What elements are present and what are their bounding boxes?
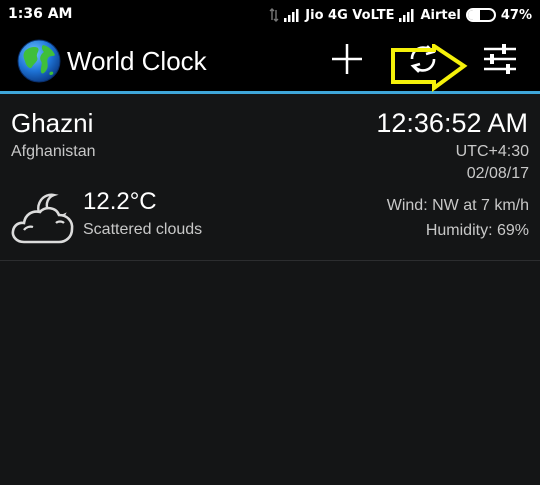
sliders-icon [482, 42, 518, 80]
country-name: Afghanistan [11, 143, 96, 160]
city-list: Ghazni Afghanistan 12:36:52 AM UTC+4:30 … [0, 94, 540, 485]
refresh-icon [406, 42, 440, 80]
data-transfer-icon [269, 8, 279, 22]
battery-level [467, 10, 481, 20]
app-title: World Clock [67, 46, 207, 76]
status-bar: 1:36 AM Jio 4G VoLTE Airtel 47% [0, 0, 540, 29]
humidity-info: Humidity: 69% [425, 222, 529, 239]
date: 02/08/17 [466, 165, 529, 182]
night-cloud-moon-icon [10, 187, 78, 249]
clock-time: 12:36:52 AM [376, 108, 528, 138]
signal-icon-sim1 [284, 8, 300, 22]
card-divider [0, 260, 540, 261]
plus-icon [330, 42, 364, 80]
settings-button[interactable] [476, 38, 524, 84]
battery-icon [465, 8, 496, 22]
refresh-button[interactable] [399, 38, 447, 84]
temperature: 12.2°C [83, 188, 157, 215]
battery-percent: 47% [500, 7, 532, 23]
city-card[interactable]: Ghazni Afghanistan 12:36:52 AM UTC+4:30 … [0, 94, 540, 260]
signal-icon-sim2 [399, 8, 415, 22]
weather-description: Scattered clouds [83, 221, 203, 238]
carrier-1-label: Jio 4G VoLTE [305, 7, 395, 23]
city-name: Ghazni [11, 108, 94, 138]
status-indicators: Jio 4G VoLTE Airtel 47% [269, 4, 532, 26]
action-bar: World Clock [0, 29, 540, 91]
utc-offset: UTC+4:30 [455, 143, 529, 160]
wind-info: Wind: NW at 7 km/h [386, 197, 529, 214]
globe-icon [17, 39, 61, 83]
carrier-2-label: Airtel [420, 7, 461, 23]
status-time: 1:36 AM [8, 6, 73, 22]
add-city-button[interactable] [323, 38, 371, 84]
